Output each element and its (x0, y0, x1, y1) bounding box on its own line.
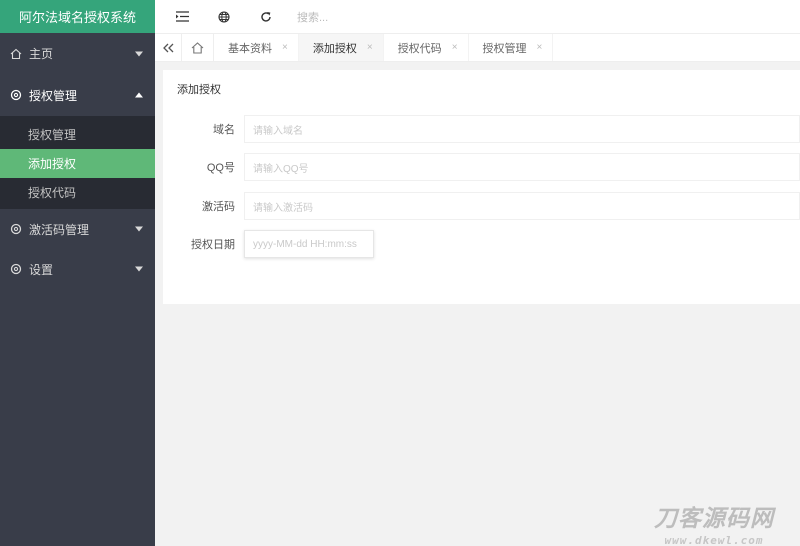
top-header: 搜索... (155, 0, 800, 33)
submenu-item-license-management[interactable]: 授权管理 (0, 120, 155, 149)
activation-code-input[interactable]: 请输入激活码 (244, 192, 800, 220)
close-icon[interactable]: × (537, 42, 543, 53)
sidebar-item-label: 激活码管理 (29, 222, 90, 237)
activation-code-label: 激活码 (202, 201, 235, 213)
submenu-item-license-code[interactable]: 授权代码 (0, 178, 155, 207)
search-box[interactable]: 搜索... (297, 9, 328, 25)
close-icon[interactable]: × (452, 42, 458, 53)
tabs-bar: 基本资料 × 添加授权 × 授权代码 × 授权管理 × (155, 33, 800, 62)
home-tab-icon[interactable] (182, 34, 214, 61)
double-chevron-left-icon[interactable] (155, 34, 182, 61)
sidebar-item-home[interactable]: 主页 (0, 33, 155, 74)
watermark-url: www.dkewl.com (664, 534, 764, 546)
tab-license-code[interactable]: 授权代码 × (384, 34, 469, 61)
watermark-main: 刀客源码网 (654, 506, 774, 532)
form-row-domain: 域名 请输入域名 (163, 115, 800, 143)
chevron-down-icon (135, 226, 143, 232)
close-icon[interactable]: × (367, 42, 373, 53)
sidebar-item-label: 主页 (29, 47, 54, 61)
license-date-label: 授权日期 (191, 239, 235, 251)
sidebar-item-label: 授权管理 (29, 88, 78, 103)
sidebar-item-settings[interactable]: 设置 (0, 249, 155, 289)
sidebar-item-license-management[interactable]: 授权管理 (0, 74, 155, 116)
tab-add-license[interactable]: 添加授权 × (298, 34, 384, 61)
menu-toggle-icon[interactable] (161, 0, 203, 33)
tab-label: 授权代码 (397, 42, 442, 55)
refresh-icon[interactable] (245, 0, 287, 33)
gear-icon (9, 262, 23, 276)
tab-label: 添加授权 (312, 42, 357, 55)
sidebar-item-activation-codes[interactable]: 激活码管理 (0, 209, 155, 249)
chevron-up-icon (135, 92, 143, 98)
chevron-down-icon (135, 266, 143, 272)
card-title: 添加授权 (177, 84, 221, 96)
submenu-item-add-license[interactable]: 添加授权 (0, 149, 155, 178)
form-card: 添加授权 域名 请输入域名 QQ号 请输入QQ号 激活码 请输入激活码 授权日期… (163, 70, 800, 304)
tab-label: 授权管理 (482, 42, 527, 55)
domain-input[interactable]: 请输入域名 (244, 115, 800, 143)
qq-label: QQ号 (206, 162, 235, 174)
chevron-down-icon (135, 51, 143, 56)
sidebar: 阿尔法域名授权系统 主页 授权管理 授权管理 添加授权 授权代码 激活码管理 设… (0, 0, 155, 546)
license-date-input[interactable]: yyyy-MM-dd HH:mm:ss (244, 230, 374, 258)
sidebar-item-label: 设置 (29, 262, 54, 277)
watermark: 刀客源码网 www.dkewl.com (636, 499, 792, 546)
form-row-license-date: 授权日期 yyyy-MM-dd HH:mm:ss (163, 230, 800, 258)
home-icon (9, 47, 23, 61)
submenu: 授权管理 添加授权 授权代码 (0, 116, 155, 209)
qq-input[interactable]: 请输入QQ号 (244, 153, 800, 181)
close-icon[interactable]: × (282, 42, 288, 53)
gear-icon (9, 88, 23, 102)
form-row-activation-code: 激活码 请输入激活码 (163, 192, 800, 220)
app-logo[interactable]: 阿尔法域名授权系统 (0, 0, 155, 33)
tab-license-management[interactable]: 授权管理 × (469, 34, 554, 61)
tab-basic-info[interactable]: 基本资料 × (214, 34, 299, 61)
domain-label: 域名 (213, 124, 235, 136)
tab-label: 基本资料 (228, 42, 272, 55)
globe-icon[interactable] (203, 0, 245, 33)
gear-icon (9, 222, 23, 236)
form-row-qq: QQ号 请输入QQ号 (163, 153, 800, 181)
